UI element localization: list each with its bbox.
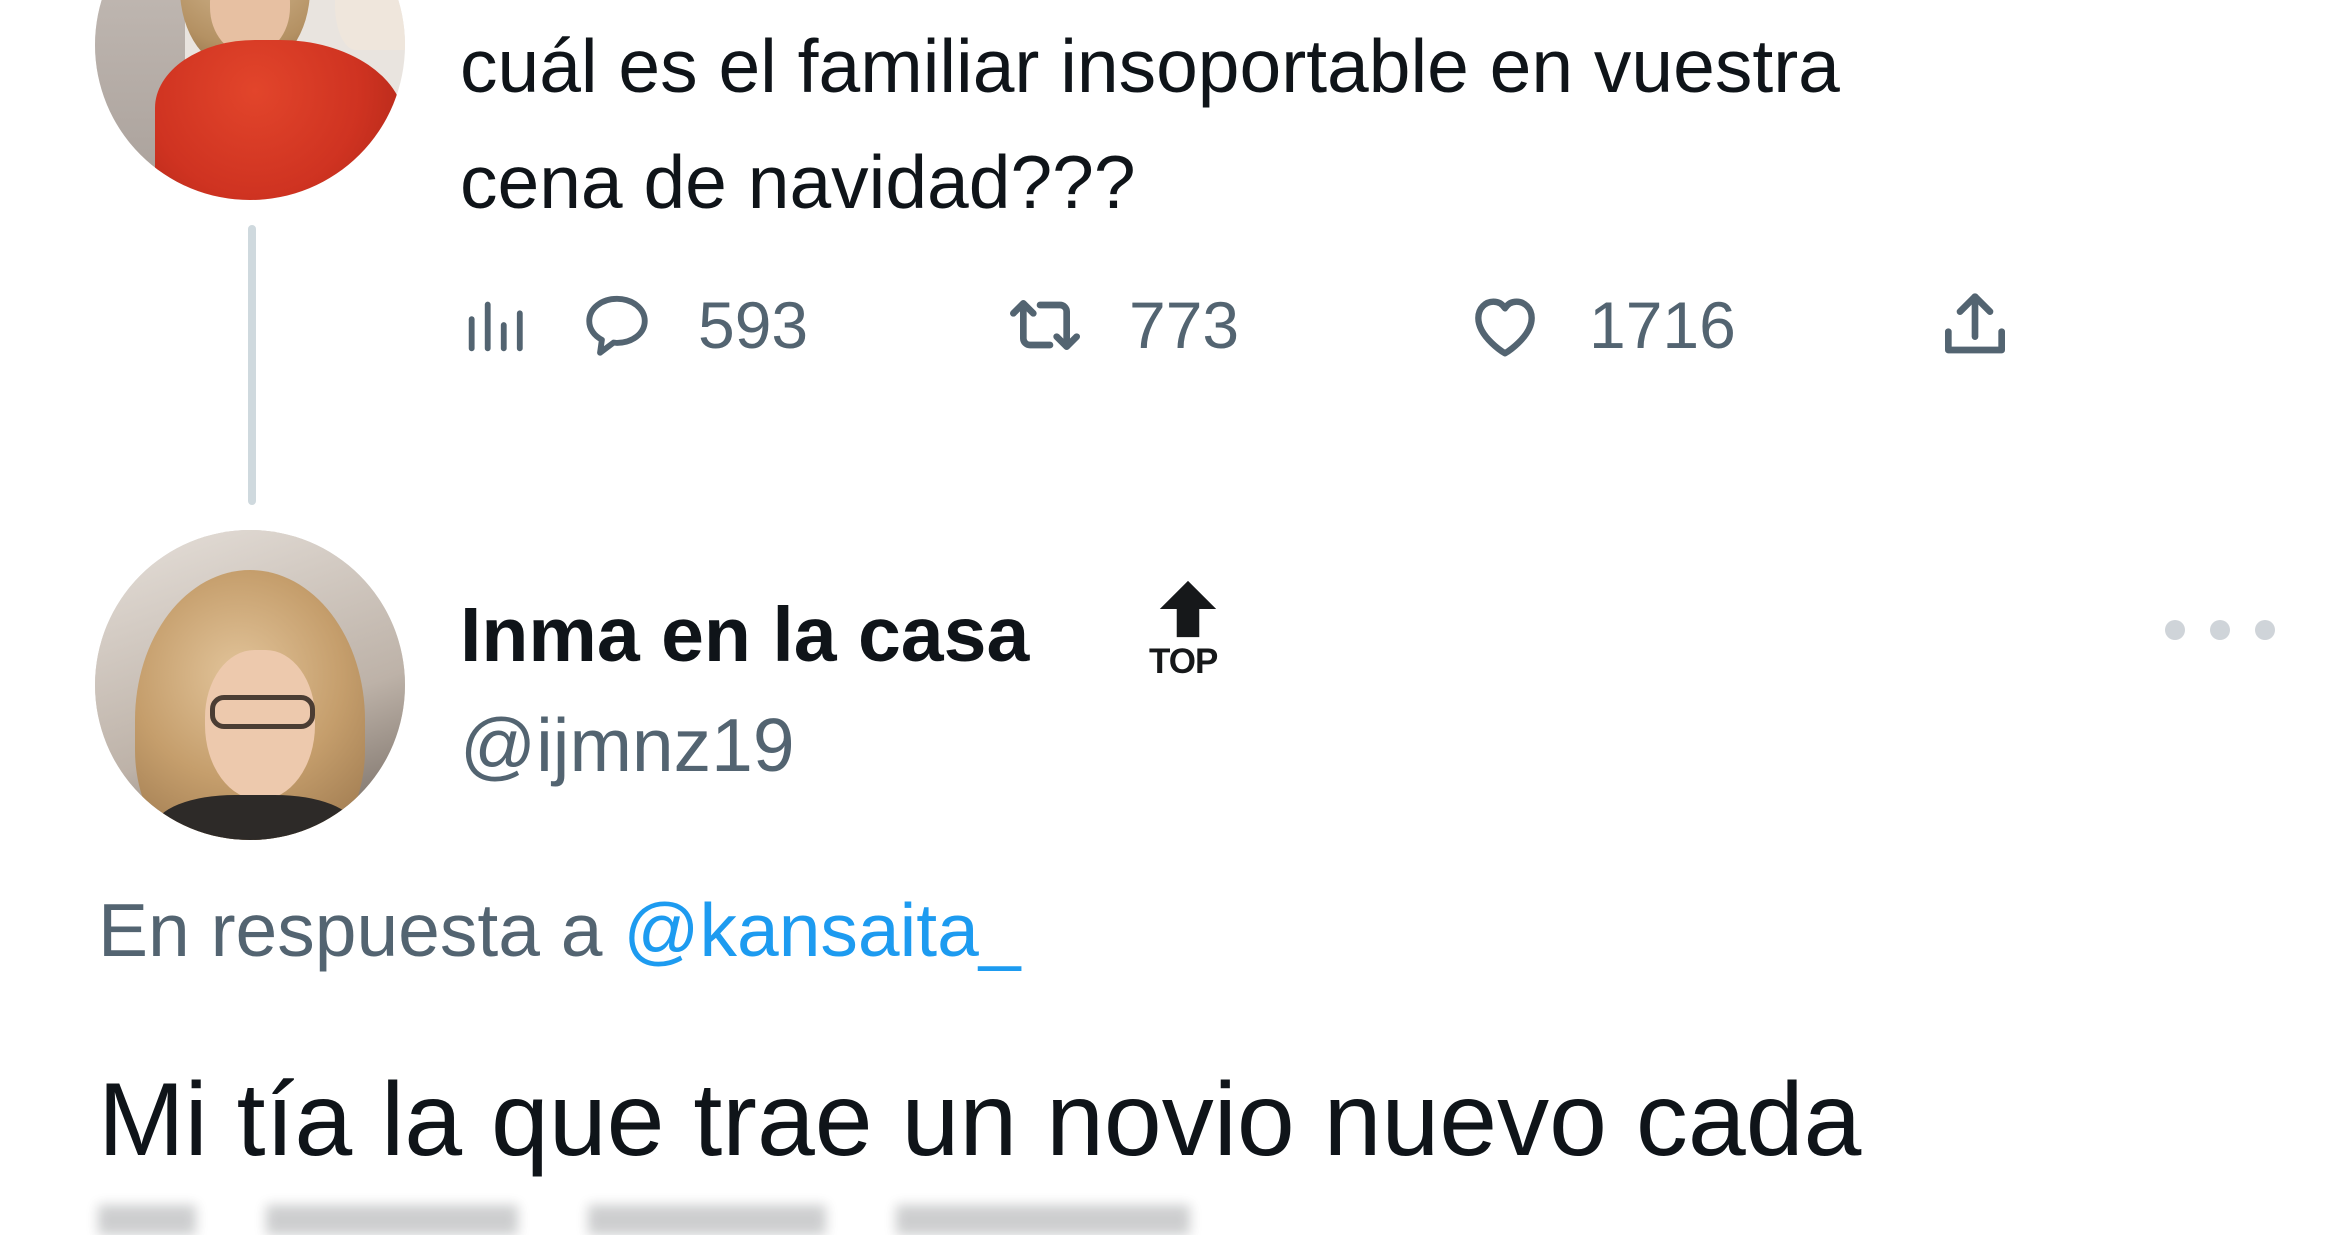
tweet-action-bar: 593 773 1716 — [460, 270, 2230, 380]
heart-icon — [1475, 298, 1535, 357]
bar-chart-icon — [468, 301, 523, 352]
cropped-text-line — [98, 1205, 1498, 1235]
reply-tweet-avatar[interactable] — [95, 530, 405, 840]
more-dot-icon — [2165, 620, 2185, 640]
avatar-clothing — [155, 795, 355, 840]
share-button[interactable] — [1935, 270, 2015, 380]
reply-tweet-text-line: Mi tía la que trae un novio nuevo cada — [98, 1062, 1862, 1178]
avatar-glasses — [210, 695, 315, 729]
parent-tweet-text-line: cena de navidad??? — [460, 140, 1136, 224]
reply-context-prefix: En respuesta a — [98, 888, 603, 972]
like-button[interactable]: 1716 — [1465, 270, 1736, 380]
reply-tweet-text: Mi tía la que trae un novio nuevo cada — [98, 1055, 2298, 1185]
reply-button[interactable]: 593 — [580, 270, 808, 380]
top-badge-label: TOP — [1149, 642, 1218, 681]
like-count: 1716 — [1589, 288, 1736, 362]
more-options-button[interactable] — [2165, 605, 2275, 655]
parent-tweet-text-line: cuál es el familiar insoportable en vues… — [460, 24, 1840, 108]
avatar-shirt — [155, 40, 405, 200]
top-badge: TOP — [1145, 578, 1235, 688]
speech-bubble-icon — [586, 295, 648, 356]
parent-tweet-text: cuál es el familiar insoportable en vues… — [460, 8, 2220, 240]
retweet-arrows-icon — [1010, 300, 1080, 350]
mention-link[interactable]: @kansaita_ — [623, 888, 1020, 972]
more-dot-icon — [2210, 620, 2230, 640]
reply-count: 593 — [698, 288, 809, 362]
reply-author-handle[interactable]: @ijmnz19 — [460, 695, 795, 795]
upload-icon — [1945, 293, 2005, 354]
analytics-button[interactable] — [460, 270, 530, 380]
parent-tweet-avatar[interactable] — [95, 0, 405, 200]
reply-context: En respuesta a @kansaita_ — [98, 880, 1021, 980]
retweet-count: 773 — [1129, 288, 1240, 362]
more-dot-icon — [2255, 620, 2275, 640]
retweet-button[interactable]: 773 — [1005, 270, 1239, 380]
reply-author-name[interactable]: Inma en la casa — [460, 585, 1029, 685]
up-arrow-icon — [1159, 580, 1217, 638]
avatar-background — [335, 0, 405, 50]
thread-connector-line — [248, 225, 256, 505]
